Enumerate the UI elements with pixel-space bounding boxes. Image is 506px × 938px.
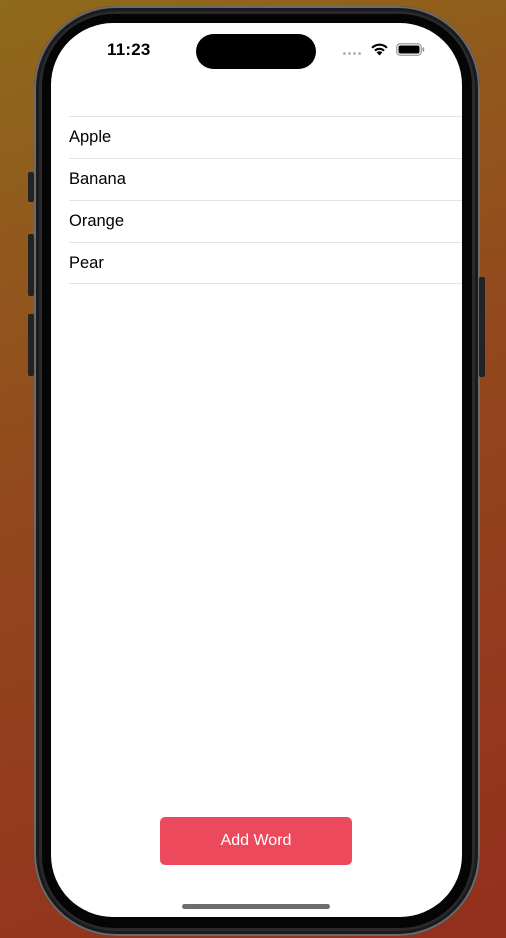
list-item-label: Apple (69, 128, 112, 146)
list-item[interactable]: Apple (69, 116, 462, 158)
list-item[interactable]: Orange (69, 200, 462, 242)
app-screen: 11:23 Apple Banana Orange Pear Add Word (51, 23, 462, 917)
list-item[interactable]: Pear (69, 242, 462, 284)
dynamic-island (196, 34, 316, 69)
list-item-label: Banana (69, 170, 126, 188)
list-item[interactable]: Banana (69, 158, 462, 200)
wifi-icon (371, 43, 388, 56)
action-button (28, 172, 34, 202)
list-item-label: Orange (69, 212, 125, 230)
home-indicator[interactable] (182, 904, 330, 909)
cellular-signal-icon (343, 52, 361, 55)
battery-icon (396, 43, 425, 56)
volume-down-button (28, 314, 34, 376)
list-item-label: Pear (69, 253, 104, 272)
volume-up-button (28, 234, 34, 296)
status-time: 11:23 (107, 40, 151, 59)
word-list: Apple Banana Orange Pear (69, 116, 462, 284)
power-button (479, 277, 485, 377)
add-word-button[interactable]: Add Word (160, 817, 352, 865)
